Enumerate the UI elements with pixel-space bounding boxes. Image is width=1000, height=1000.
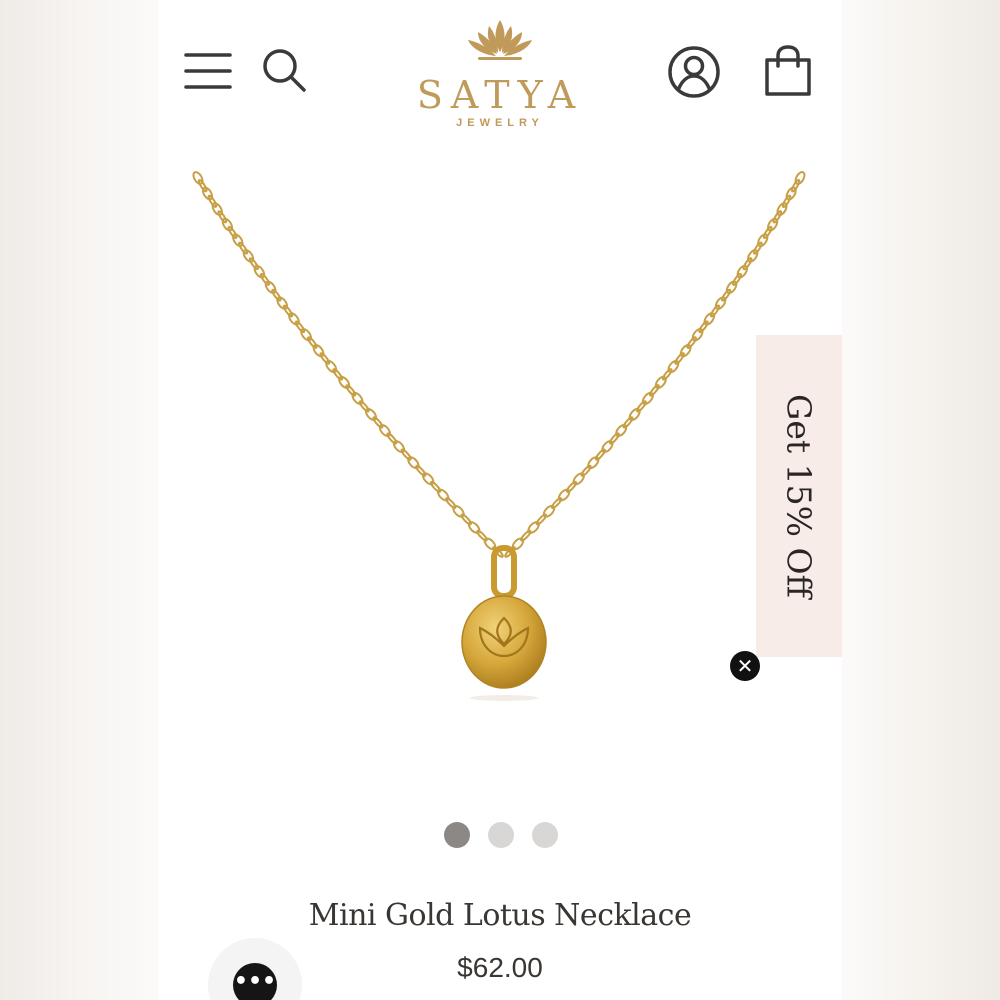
chain-link bbox=[452, 504, 465, 518]
gallery-dot-3[interactable] bbox=[532, 822, 558, 848]
chain-link bbox=[437, 488, 450, 502]
chain-link bbox=[422, 472, 435, 486]
search-icon bbox=[263, 49, 306, 92]
product-image[interactable] bbox=[158, 170, 842, 730]
chain-link bbox=[628, 407, 641, 421]
chain-link bbox=[594, 448, 606, 461]
chain-link bbox=[636, 400, 647, 413]
mobile-page: SATYA JEWELRY Get 15% Off ✕ Mini Gold Lo… bbox=[158, 0, 842, 1000]
brand-subtitle: JEWELRY bbox=[456, 117, 544, 129]
chain-link bbox=[319, 352, 331, 365]
chain-link bbox=[580, 464, 592, 477]
chain-link bbox=[565, 480, 578, 493]
hamburger-icon bbox=[184, 53, 232, 89]
shopping-bag-icon bbox=[765, 45, 811, 96]
chain-link bbox=[520, 529, 532, 542]
chain-link bbox=[527, 521, 540, 534]
chain-link bbox=[345, 384, 357, 397]
chain-link bbox=[649, 384, 660, 397]
chain-link bbox=[429, 480, 442, 493]
account-button[interactable] bbox=[666, 44, 722, 100]
chat-ellipsis-icon: ••• bbox=[233, 963, 277, 1000]
chain-link bbox=[608, 432, 620, 445]
chain-link bbox=[550, 497, 563, 510]
chain-link bbox=[587, 456, 600, 470]
page-backdrop: SATYA JEWELRY Get 15% Off ✕ Mini Gold Lo… bbox=[0, 0, 1000, 1000]
gallery-dot-2[interactable] bbox=[488, 822, 514, 848]
site-header: SATYA JEWELRY bbox=[158, 0, 842, 150]
chain-link bbox=[372, 416, 384, 429]
chain-link bbox=[294, 320, 306, 334]
chain-link bbox=[535, 513, 548, 526]
product-title: Mini Gold Lotus Necklace bbox=[308, 898, 692, 933]
chain-link bbox=[364, 407, 378, 421]
chain-link bbox=[674, 352, 685, 365]
search-button[interactable] bbox=[260, 46, 310, 96]
chain-link bbox=[622, 416, 634, 429]
chain-link bbox=[307, 336, 318, 349]
chain-link bbox=[400, 448, 412, 461]
discount-tab[interactable]: Get 15% Off bbox=[756, 335, 842, 657]
chain-link bbox=[542, 504, 556, 518]
chain-link bbox=[572, 472, 585, 486]
pendant-coin bbox=[461, 595, 547, 701]
chain-link bbox=[351, 391, 364, 405]
pendant-bail bbox=[491, 545, 517, 599]
chain-link bbox=[358, 400, 370, 413]
user-icon bbox=[668, 46, 720, 98]
chain-link bbox=[338, 375, 351, 389]
chain-link bbox=[386, 432, 398, 445]
chain-link bbox=[300, 328, 312, 342]
cart-button[interactable] bbox=[762, 44, 814, 98]
brand-name: SATYA bbox=[416, 73, 584, 117]
necklace-chain-left bbox=[198, 178, 496, 555]
discount-tab-label: Get 15% Off bbox=[779, 394, 819, 598]
close-icon[interactable]: ✕ bbox=[730, 651, 760, 681]
chain-links-left bbox=[192, 171, 504, 558]
chat-button[interactable]: ••• bbox=[208, 938, 302, 1000]
chain-link bbox=[332, 368, 344, 381]
chain-link bbox=[415, 464, 427, 477]
gallery-dot-1[interactable] bbox=[444, 822, 470, 848]
chain-link bbox=[557, 488, 571, 502]
chain-link bbox=[378, 424, 391, 437]
chain-link bbox=[601, 440, 614, 454]
brand-logo[interactable]: SATYA JEWELRY bbox=[390, 18, 610, 129]
chain-link bbox=[686, 336, 697, 349]
chain-link bbox=[325, 359, 338, 374]
lotus-icon bbox=[468, 20, 532, 60]
chain-link bbox=[698, 320, 709, 334]
chain-link bbox=[641, 391, 654, 405]
chain-link bbox=[392, 440, 406, 454]
gallery-pagination bbox=[158, 822, 842, 848]
chain-link bbox=[445, 497, 457, 509]
chain-link bbox=[467, 521, 481, 534]
chain-link bbox=[615, 424, 628, 437]
menu-button[interactable] bbox=[184, 50, 232, 94]
chain-link bbox=[312, 344, 325, 358]
chain-link bbox=[661, 368, 673, 381]
chain-link bbox=[407, 456, 420, 470]
